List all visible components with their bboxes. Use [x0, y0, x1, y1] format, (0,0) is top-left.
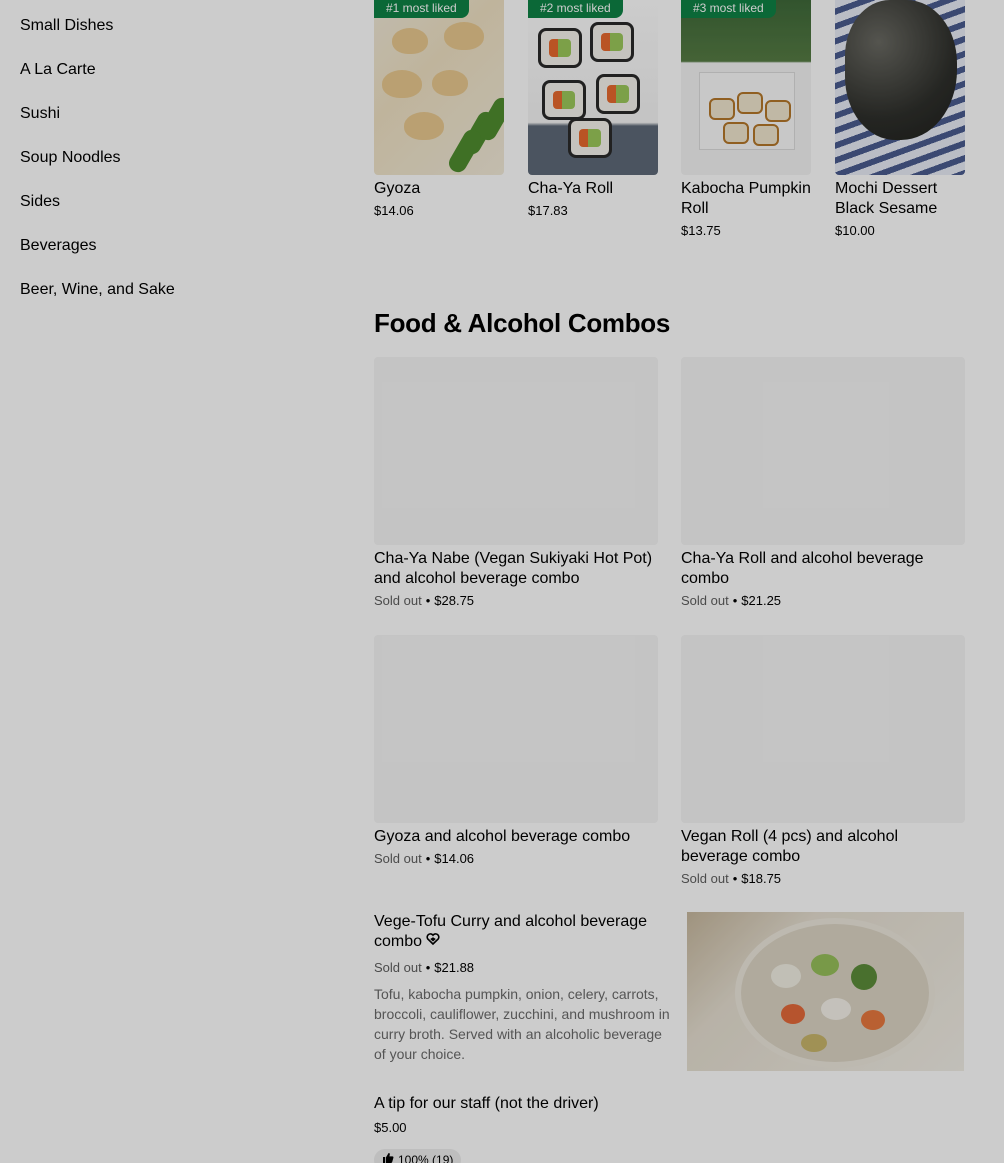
modal-backdrop[interactable] — [0, 0, 1004, 1163]
menu-page: Small Dishes A La Carte Sushi Soup Noodl… — [0, 0, 1004, 1163]
